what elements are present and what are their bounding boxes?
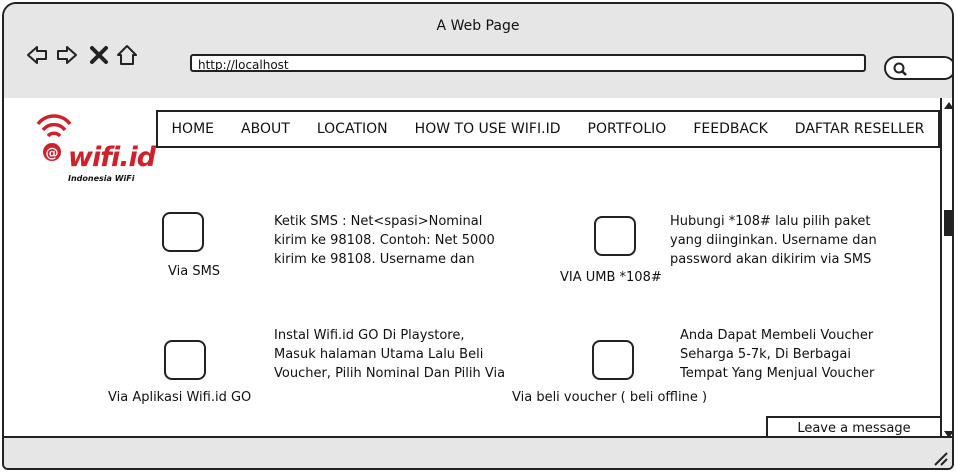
app-method-label: Via Aplikasi Wifi.id GO xyxy=(108,390,252,405)
menu-item-about[interactable]: ABOUT xyxy=(241,121,290,137)
wifi-id-logo: @ wifi.id Indonesia WiFi xyxy=(28,108,156,183)
search-icon xyxy=(893,62,907,76)
window-title: A Web Page xyxy=(436,18,520,34)
app-method-icon[interactable] xyxy=(164,340,206,380)
sms-desc-line: Ketik SMS : Net<spasi>Nominal xyxy=(274,214,483,229)
umb-method-description: Hubungi *108# lalu pilih paket yang diin… xyxy=(670,212,920,269)
vertical-scrollbar[interactable] xyxy=(940,98,954,442)
logo-brand: wifi.id xyxy=(68,142,156,173)
app-desc-line: Masuk halaman Utama Lalu Beli xyxy=(274,347,484,362)
voucher-method-description: Anda Dapat Membeli Voucher Seharga 5-7k,… xyxy=(680,326,920,383)
scroll-up-icon[interactable] xyxy=(943,100,954,110)
voucher-desc-line: Seharga 5-7k, Di Berbagai xyxy=(680,347,852,362)
menu-item-home[interactable]: HOME xyxy=(172,121,214,137)
wifi-signal-icon: @ xyxy=(36,114,72,161)
sms-method-description: Ketik SMS : Net<spasi>Nominal kirim ke 9… xyxy=(274,212,524,269)
url-bar[interactable]: http://localhost xyxy=(190,54,866,72)
forward-arrow-icon[interactable] xyxy=(56,44,78,66)
page-content: @ wifi.id Indonesia WiFi HOME ABOUT LOCA… xyxy=(4,98,944,442)
menu-item-location[interactable]: LOCATION xyxy=(317,121,388,137)
menu-item-feedback[interactable]: FEEDBACK xyxy=(693,121,767,137)
main-menu: HOME ABOUT LOCATION HOW TO USE WIFI.ID P… xyxy=(156,110,942,148)
close-x-icon[interactable] xyxy=(88,44,110,66)
app-method-description: Instal Wifi.id GO Di Playstore, Masuk ha… xyxy=(274,326,516,383)
sms-method-icon[interactable] xyxy=(162,212,204,252)
sms-desc-line: kirim ke 98108. Username dan xyxy=(274,252,475,267)
voucher-desc-line: Anda Dapat Membeli Voucher xyxy=(680,328,874,343)
browser-window: A Web Page http://localhost @ wifi.id In… xyxy=(2,2,954,470)
resize-grip-icon[interactable] xyxy=(932,450,948,466)
menu-item-portfolio[interactable]: PORTFOLIO xyxy=(588,121,667,137)
app-desc-line: Voucher, Pilih Nominal Dan Pilih Via xyxy=(274,366,506,381)
app-desc-line: Instal Wifi.id GO Di Playstore, xyxy=(274,328,465,343)
browser-titlebar: A Web Page http://localhost xyxy=(4,4,952,100)
umb-desc-line: password akan dikirim via SMS xyxy=(670,252,872,267)
home-icon[interactable] xyxy=(116,44,138,66)
menu-item-daftar-reseller[interactable]: DAFTAR RESELLER xyxy=(795,121,925,137)
umb-desc-line: yang diinginkan. Username dan xyxy=(670,233,877,248)
status-bar xyxy=(4,436,952,468)
voucher-method-icon[interactable] xyxy=(592,340,634,380)
scrollbar-thumb[interactable] xyxy=(944,210,952,236)
umb-method-label: VIA UMB *108# xyxy=(560,270,662,285)
umb-desc-line: Hubungi *108# lalu pilih paket xyxy=(670,214,871,229)
sms-method-label: Via SMS xyxy=(168,264,221,279)
umb-method-icon[interactable] xyxy=(594,216,636,256)
back-arrow-icon[interactable] xyxy=(26,44,48,66)
voucher-method-label: Via beli voucher ( beli offline ) xyxy=(512,390,708,405)
svg-text:@: @ xyxy=(46,146,59,161)
menu-item-how-to-use[interactable]: HOW TO USE WIFI.ID xyxy=(415,121,561,137)
logo-tagline: Indonesia WiFi xyxy=(68,174,135,183)
voucher-desc-line: Tempat Yang Menjual Voucher xyxy=(680,366,875,381)
search-button[interactable] xyxy=(884,56,952,80)
sms-desc-line: kirim ke 98108. Contoh: Net 5000 xyxy=(274,233,495,248)
